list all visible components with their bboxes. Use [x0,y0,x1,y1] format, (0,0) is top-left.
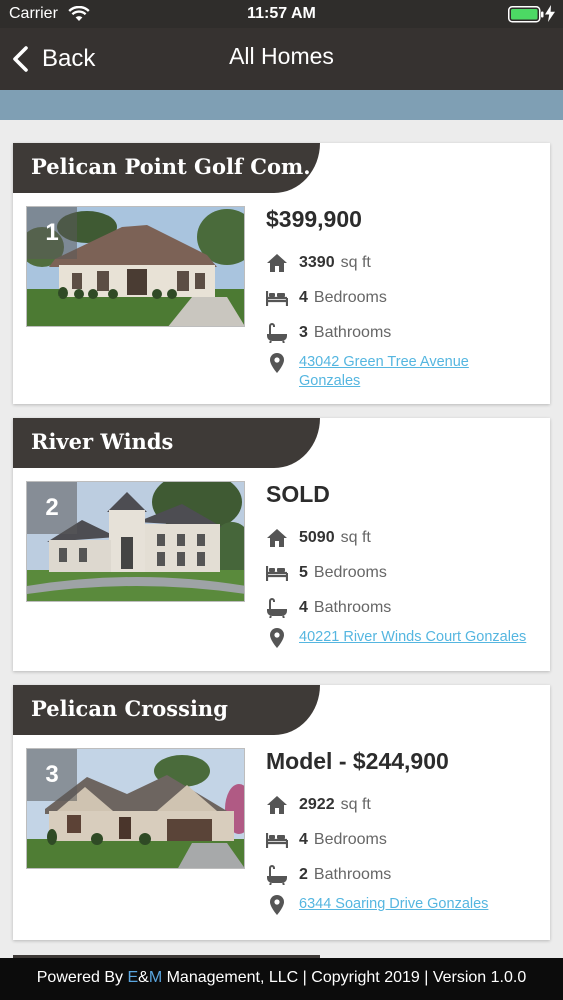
footer-prefix: Powered By [36,969,128,986]
home-name-tab: River Winds [13,418,320,468]
home-name-tab: Pelican Point Golf Com… [13,143,324,193]
bed-icon [266,562,288,584]
navigation-bar: Back All Homes [0,28,563,90]
bedrooms-count: 5 [299,564,308,581]
home-address: 40221 River Winds Court Gonzales [266,628,526,649]
house-icon [266,527,288,549]
battery-icon [508,6,544,28]
square-footage: 3390 sq ft [266,251,371,275]
address-link[interactable]: 6344 Soaring Drive Gonzales [299,895,488,914]
bedrooms: 4 Bedrooms [266,286,387,310]
home-photo[interactable]: 3 [26,748,245,869]
house-icon [266,794,288,816]
footer-brand-amp: & [138,969,149,986]
bathrooms-count: 4 [299,599,308,616]
map-pin-icon [266,894,288,916]
sub-header-bar [0,90,563,120]
footer: Powered By E&M Management, LLC | Copyrig… [0,958,563,1000]
home-card[interactable]: River Winds 2 SOLD 5090 sq ft 5 Bedrooms… [13,418,550,671]
bathrooms-label: Bathrooms [313,866,392,883]
home-number-badge: 2 [27,482,77,534]
bedrooms-label: Bedrooms [313,289,387,306]
bed-icon [266,287,288,309]
footer-suffix: Management, LLC | Copyright 2019 | Versi… [162,969,527,986]
home-list[interactable]: Pelican Point Golf Com… 1 $399,900 3390 … [0,120,563,958]
bedrooms-label: Bedrooms [313,564,387,581]
home-number-badge: 3 [27,749,77,801]
bathrooms-label: Bathrooms [313,599,392,616]
bedrooms: 5 Bedrooms [266,561,387,585]
home-name-tab: Pelican Crossing [13,685,320,735]
sqft-unit: sq ft [340,254,371,271]
charging-icon [545,5,555,27]
address-link[interactable]: 40221 River Winds Court Gonzales [299,628,526,647]
sqft-unit: sq ft [340,796,371,813]
bedrooms-count: 4 [299,289,308,306]
address-link[interactable]: 43042 Green Tree Avenue Gonzales [299,353,484,391]
sqft-value: 2922 [299,796,335,813]
bed-icon [266,829,288,851]
house-icon [266,252,288,274]
home-photo[interactable]: 1 [26,206,245,327]
bedrooms: 4 Bedrooms [266,828,387,852]
bathtub-icon [266,864,288,886]
home-card[interactable]: Pelican Point Golf Com… 1 $399,900 3390 … [13,143,550,404]
home-number-badge: 1 [27,207,77,259]
bathrooms: 2 Bathrooms [266,863,391,887]
home-price: $399,900 [266,206,362,232]
sqft-value: 3390 [299,254,335,271]
home-name: River Winds [31,429,174,454]
footer-brand-m: M [148,969,163,986]
home-card[interactable]: Pelican Crossing 3 Model - $244,900 2922… [13,685,550,940]
map-pin-icon [266,627,288,649]
sqft-unit: sq ft [340,529,371,546]
sqft-value: 5090 [299,529,335,546]
status-bar: Carrier 11:57 AM [0,0,563,28]
bathrooms-count: 2 [299,866,308,883]
bathtub-icon [266,322,288,344]
bathrooms: 4 Bathrooms [266,596,391,620]
map-pin-icon [266,352,288,374]
page-title: All Homes [229,43,334,69]
bathrooms-label: Bathrooms [313,324,392,341]
home-price: SOLD [266,481,330,507]
home-name: Pelican Crossing [31,696,228,721]
home-address: 6344 Soaring Drive Gonzales [266,895,488,916]
home-address: 43042 Green Tree Avenue Gonzales [266,353,484,391]
status-time: 11:57 AM [247,5,316,22]
bathtub-icon [266,597,288,619]
bathrooms-count: 3 [299,324,308,341]
bedrooms-count: 4 [299,831,308,848]
bedrooms-label: Bedrooms [313,831,387,848]
home-photo[interactable]: 2 [26,481,245,602]
bathrooms: 3 Bathrooms [266,321,391,345]
footer-brand-e: E [127,969,139,986]
square-footage: 5090 sq ft [266,526,371,550]
home-price: Model - $244,900 [266,748,449,774]
home-name: Pelican Point Golf Com… [31,154,325,179]
square-footage: 2922 sq ft [266,793,371,817]
